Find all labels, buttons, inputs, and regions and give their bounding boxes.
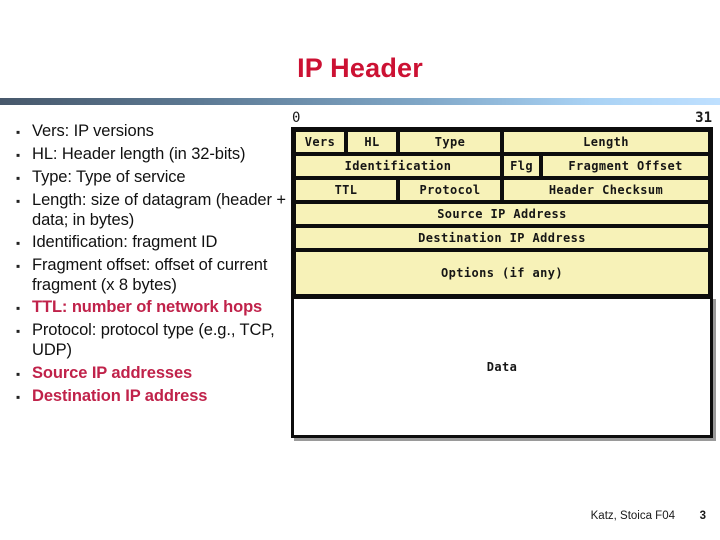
- list-item-label: HL: Header length (in 32-bits): [32, 145, 246, 163]
- header-field-cell: Fragment Offset: [541, 154, 710, 178]
- list-item: ▪ Protocol: protocol type (e.g., TCP, UDP…: [10, 321, 295, 360]
- bullet-square-icon: ▪: [16, 171, 21, 185]
- list-item-label: Identification: fragment ID: [32, 233, 218, 252]
- bit-index-end: 31: [695, 110, 712, 126]
- bullet-square-icon: ▪: [16, 301, 21, 316]
- bullet-square-icon: ▪: [16, 259, 21, 274]
- ip-header-fields-frame: Vers HL Type Length Identification Flg Fragmen…: [291, 127, 713, 296]
- list-item: ▪ Type: Type of service: [10, 168, 295, 188]
- bullet-square-icon: ▪: [16, 194, 21, 208]
- list-item: ▪ HL: Header length (in 32-bits): [10, 145, 295, 165]
- header-field-cell: TTL: [294, 178, 398, 202]
- header-field-row: TTL Protocol Header Checksum: [294, 178, 710, 202]
- bullet-list: ▪ Vers: IP versions ▪ HL: Header length (in…: [10, 122, 295, 410]
- header-field-cell: Length: [502, 130, 710, 154]
- list-item: ▪ Length: size of datagram (header + data…: [10, 191, 295, 230]
- header-field-row: Identification Flg Fragment Offset: [294, 154, 710, 178]
- header-field-cell: Identification: [294, 154, 502, 178]
- bullet-square-icon: ▪: [16, 236, 21, 251]
- bit-index-start: 0: [292, 110, 301, 126]
- list-item: ▪ Identification: fragment ID: [10, 233, 295, 253]
- list-item-label: TTL: number of network hops: [32, 298, 263, 317]
- header-field-cell: Flg: [502, 154, 542, 178]
- list-item: ▪ TTL: number of network hops: [10, 298, 295, 318]
- header-field-cell: Header Checksum: [502, 178, 710, 202]
- page-title: IP Header: [297, 53, 423, 83]
- header-field-cell: Source IP Address: [294, 202, 710, 226]
- header-field-cell: Type: [398, 130, 502, 154]
- list-item-label: Source IP addresses: [32, 363, 193, 382]
- bullet-square-icon: ▪: [16, 389, 21, 404]
- list-item: ▪ Fragment offset: offset of current frag…: [10, 256, 295, 295]
- header-field-cell: Options (if any): [294, 250, 710, 296]
- list-item-label: Fragment offset: offset of current fragm…: [32, 256, 268, 294]
- footer-credit: Katz, Stoica F04: [590, 510, 675, 522]
- bullet-square-icon: ▪: [16, 366, 21, 381]
- list-item-label: Type: Type of service: [32, 168, 186, 186]
- header-field-cell: Destination IP Address: [294, 226, 710, 250]
- header-field-cell: Protocol: [398, 178, 502, 202]
- header-field-row: Destination IP Address: [294, 226, 710, 250]
- list-item: ▪ Source IP addresses: [10, 364, 295, 384]
- header-field-row: Options (if any): [294, 250, 710, 296]
- list-item-label: Vers: IP versions: [32, 122, 154, 140]
- title-divider: [0, 98, 720, 105]
- slide-footer: Katz, Stoica F04 3: [0, 510, 720, 526]
- ip-header-diagram: 0 31 Vers HL Type Length Identification Flg Fr…: [291, 110, 713, 438]
- header-field-row: Source IP Address: [294, 202, 710, 226]
- bullet-square-icon: ▪: [16, 125, 21, 139]
- bullet-square-icon: ▪: [16, 324, 21, 339]
- payload-data-label: Data: [486, 360, 518, 374]
- payload-data-box: Data: [291, 296, 713, 438]
- list-item: ▪ Destination IP address: [10, 387, 295, 407]
- header-field-row: Vers HL Type Length: [294, 130, 710, 154]
- list-item-label: Length: size of datagram (header + data;…: [32, 191, 286, 229]
- list-item: ▪ Vers: IP versions: [10, 122, 295, 142]
- list-item-label: Protocol: protocol type (e.g., TCP, UDP): [32, 321, 275, 359]
- header-field-cell: Vers: [294, 130, 346, 154]
- list-item-label: Destination IP address: [32, 386, 208, 405]
- header-field-cell: HL: [346, 130, 398, 154]
- slide-number: 3: [699, 510, 706, 522]
- bullet-square-icon: ▪: [16, 148, 21, 162]
- bit-ruler: 0 31: [291, 110, 713, 127]
